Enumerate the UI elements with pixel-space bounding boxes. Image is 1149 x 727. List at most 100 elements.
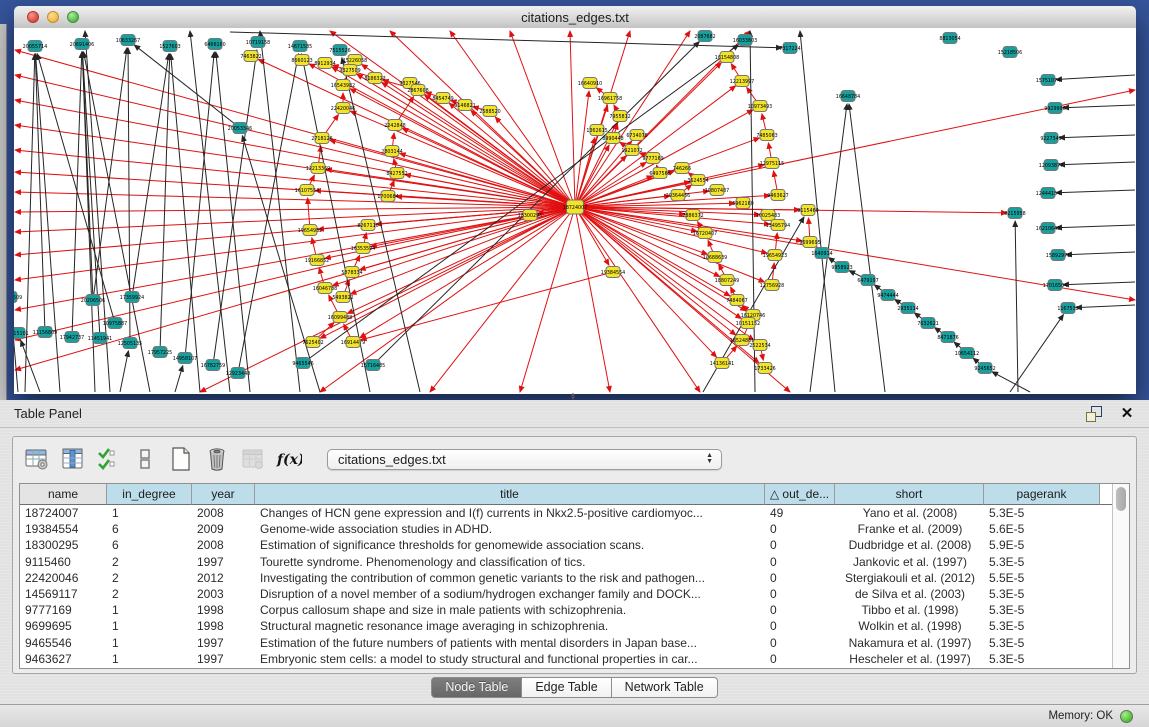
citation-edge-black[interactable] <box>1056 225 1135 228</box>
citation-edge-black[interactable] <box>1076 305 1135 308</box>
table-cell-short[interactable]: Stergiakouli et al. (2012) <box>835 571 984 585</box>
table-cell-pagerank[interactable]: 5.3E-5 <box>984 652 1100 666</box>
citation-edge-black[interactable] <box>1056 190 1135 193</box>
table-cell-in_degree[interactable]: 2 <box>107 571 192 585</box>
citation-edge-red[interactable] <box>570 31 575 207</box>
table-cell-title[interactable]: Corpus callosum shape and size in male p… <box>255 603 765 617</box>
citation-edge-black[interactable] <box>1059 135 1135 138</box>
citation-edge-black[interactable] <box>1066 252 1135 255</box>
table-cell-short[interactable]: Franke et al. (2009) <box>835 522 984 536</box>
table-cell-year[interactable]: 1997 <box>192 636 255 650</box>
table-cell-name[interactable]: 9115460 <box>20 555 107 569</box>
table-cell-pagerank[interactable]: 5.3E-5 <box>984 587 1100 601</box>
citation-edge-black[interactable] <box>120 351 128 392</box>
table-cell-short[interactable]: Jankovic et al. (1997) <box>835 555 984 569</box>
citation-edge-red[interactable] <box>330 31 575 207</box>
citation-edge-red[interactable] <box>575 31 690 207</box>
table-cell-out_de[interactable]: 0 <box>765 636 835 650</box>
table-cell-pagerank[interactable]: 5.3E-5 <box>984 603 1100 617</box>
column-chooser-icon[interactable] <box>59 446 86 473</box>
table-cell-title[interactable]: Estimation of the future numbers of pati… <box>255 636 765 650</box>
table-cell-year[interactable]: 1998 <box>192 603 255 617</box>
table-cell-name[interactable]: 19384554 <box>20 522 107 536</box>
citation-edge-black[interactable] <box>72 52 82 337</box>
table-cell-year[interactable]: 1997 <box>192 652 255 666</box>
table-cell-out_de[interactable]: 0 <box>765 603 835 617</box>
column-header-pagerank[interactable]: pagerank <box>984 484 1100 505</box>
table-cell-title[interactable]: Genome-wide association studies in ADHD. <box>255 522 765 536</box>
table-cell-year[interactable]: 1997 <box>192 555 255 569</box>
new-table-icon[interactable] <box>167 446 194 473</box>
table-cell-year[interactable]: 2008 <box>192 506 255 520</box>
table-cell-title[interactable]: Changes of HCN gene expression and I(f) … <box>255 506 765 520</box>
citation-edge-red[interactable] <box>575 207 610 392</box>
citation-edge-black[interactable] <box>37 54 115 323</box>
table-cell-pagerank[interactable]: 5.3E-5 <box>984 555 1100 569</box>
citation-edge-black[interactable] <box>992 372 1030 392</box>
column-header-year[interactable]: year <box>192 484 255 505</box>
table-row[interactable]: 1830029562008Estimation of significance … <box>20 537 1113 553</box>
table-cell-out_de[interactable]: 0 <box>765 571 835 585</box>
table-cell-name[interactable]: 9463627 <box>20 652 107 666</box>
table-cell-short[interactable]: Tibbo et al. (1998) <box>835 603 984 617</box>
table-cell-pagerank[interactable]: 5.3E-5 <box>984 619 1100 633</box>
network-canvas[interactable]: 1872400720055714206914061063326715276036… <box>14 28 1136 394</box>
row-height-icon[interactable] <box>131 446 158 473</box>
table-cell-in_degree[interactable]: 6 <box>107 522 192 536</box>
citation-edge-black[interactable] <box>1015 221 1018 392</box>
tab-edge-table[interactable]: Edge Table <box>522 677 611 698</box>
table-row[interactable]: 1872400712008Changes of HCN gene express… <box>20 505 1113 521</box>
table-row[interactable]: 1938455462009Genome-wide association stu… <box>20 521 1113 537</box>
column-header-name[interactable]: name <box>20 484 107 505</box>
table-cell-out_de[interactable]: 0 <box>765 587 835 601</box>
tab-node-table[interactable]: Node Table <box>431 677 522 698</box>
table-settings-icon[interactable] <box>23 446 50 473</box>
citation-edge-black[interactable] <box>1063 105 1135 108</box>
citation-edge-black[interactable] <box>93 48 127 300</box>
citation-edge-black[interactable] <box>1056 75 1135 80</box>
table-cell-pagerank[interactable]: 5.5E-5 <box>984 571 1100 585</box>
table-cell-name[interactable]: 9777169 <box>20 603 107 617</box>
table-cell-in_degree[interactable]: 1 <box>107 619 192 633</box>
citation-edge-red[interactable] <box>361 272 613 340</box>
table-cell-name[interactable]: 18300295 <box>20 538 107 552</box>
table-cell-short[interactable]: de Silva et al. (2003) <box>835 587 984 601</box>
table-cell-pagerank[interactable]: 5.3E-5 <box>984 636 1100 650</box>
table-cell-year[interactable]: 1998 <box>192 619 255 633</box>
table-cell-out_de[interactable]: 0 <box>765 538 835 552</box>
table-row[interactable]: 969969511998Structural magnetic resonanc… <box>20 618 1113 634</box>
network-window-titlebar[interactable]: citations_edges.txt <box>14 6 1136 29</box>
table-cell-in_degree[interactable]: 1 <box>107 506 192 520</box>
delete-table-icon[interactable] <box>203 446 230 473</box>
vertical-scrollbar[interactable] <box>1112 484 1129 668</box>
table-cell-name[interactable]: 18724007 <box>20 506 107 520</box>
table-cell-short[interactable]: Yano et al. (2008) <box>835 506 984 520</box>
column-header-short[interactable]: short <box>835 484 984 505</box>
citation-edge-red[interactable] <box>15 75 575 207</box>
citation-edge-black[interactable] <box>36 54 60 392</box>
minimize-window-button[interactable] <box>47 11 59 23</box>
close-window-button[interactable] <box>27 11 39 23</box>
table-row[interactable]: 1456911722003Disruption of a novel membe… <box>20 586 1113 602</box>
citation-edge-black[interactable] <box>160 54 170 352</box>
table-cell-pagerank[interactable]: 5.9E-5 <box>984 538 1100 552</box>
table-cell-name[interactable]: 22420046 <box>20 571 107 585</box>
citation-edge-black[interactable] <box>14 305 18 392</box>
citation-edge-black[interactable] <box>185 52 214 358</box>
citation-edge-black[interactable] <box>260 31 300 392</box>
table-cell-in_degree[interactable]: 1 <box>107 652 192 666</box>
table-cell-short[interactable]: Wolkin et al. (1998) <box>835 619 984 633</box>
citation-edge-red[interactable] <box>320 207 575 392</box>
table-cell-short[interactable]: Dudbridge et al. (2008) <box>835 538 984 552</box>
table-cell-title[interactable]: Embryonic stem cells: a model to study s… <box>255 652 765 666</box>
citation-edge-black[interactable] <box>175 366 183 392</box>
citation-edge-red[interactable] <box>402 128 575 207</box>
table-cell-out_de[interactable]: 0 <box>765 619 835 633</box>
table-cell-title[interactable]: Structural magnetic resonance image aver… <box>255 619 765 633</box>
table-cell-out_de[interactable]: 0 <box>765 555 835 569</box>
table-cell-name[interactable]: 9699695 <box>20 619 107 633</box>
table-cell-in_degree[interactable]: 6 <box>107 538 192 552</box>
tab-network-table[interactable]: Network Table <box>612 677 718 698</box>
table-cell-out_de[interactable]: 0 <box>765 522 835 536</box>
citation-edge-red[interactable] <box>575 207 700 392</box>
